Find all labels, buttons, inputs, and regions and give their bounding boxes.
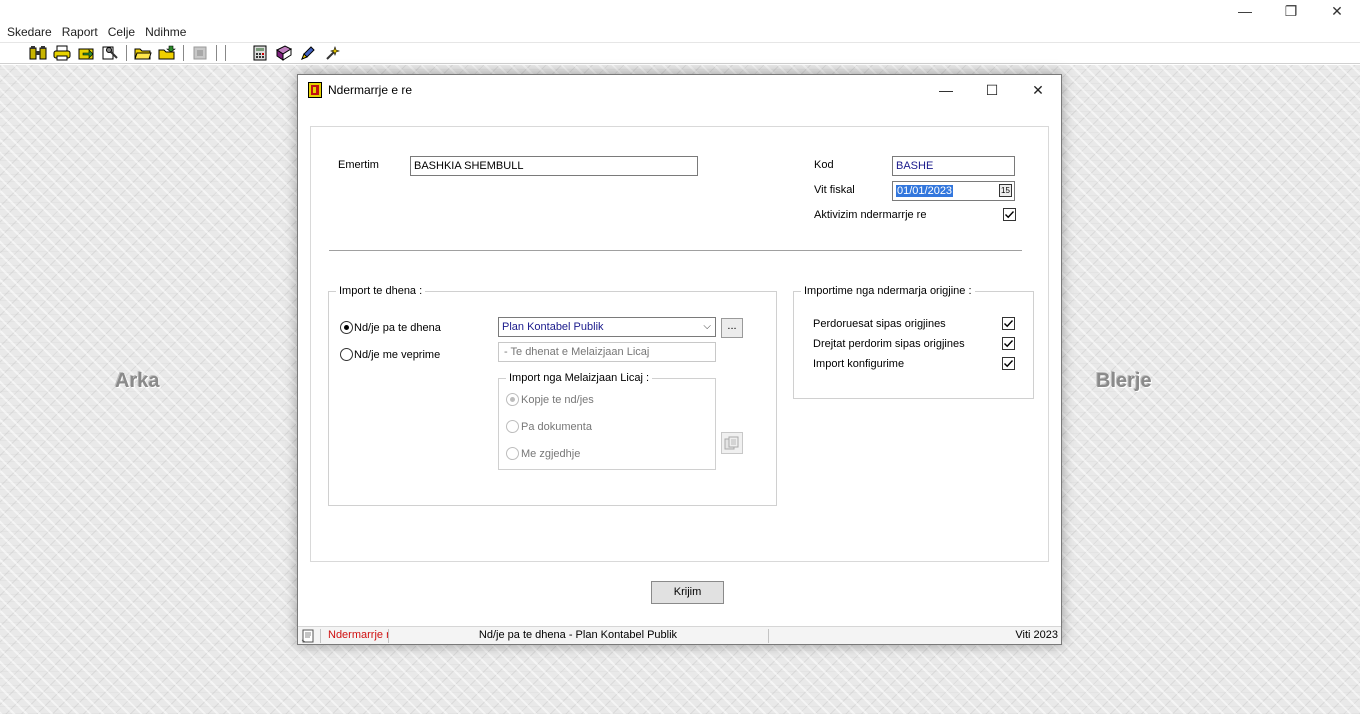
drejtat-checkbox[interactable] [1002,337,1015,350]
import-source-subgroup: Import nga Melaizjaan Licaj : Kopje te n… [498,372,716,470]
binoculars-icon[interactable] [26,43,50,63]
browse-button[interactable]: ... [721,318,743,338]
tools-icon[interactable] [98,43,122,63]
section-divider [329,250,1022,251]
import-source-subgroup-title: Import nga Melaizjaan Licaj : [506,372,653,384]
window-restore-button[interactable]: ❐ [1268,0,1314,22]
toolbar-separator [225,45,226,61]
radio-nd-pa-te-dhena-label[interactable]: Nd/je pa te dhena [354,322,441,334]
origin-import-group: Importime nga ndermarja origjine : Perdo… [793,285,1034,399]
blerje-shortcut[interactable]: Blerje [1096,370,1152,393]
toolbar [0,42,1360,64]
status-bar: Ndermarrje re Nd/je pa te dhena - Plan K… [298,626,1061,644]
dialog-body: Emertim BASHKIA SHEMBULL Kod BASHE Vit f… [310,126,1049,562]
kod-input[interactable]: BASHE [892,156,1015,176]
pen-icon[interactable] [296,43,320,63]
vit-fiskal-value: 01/01/2023 [896,185,954,197]
vit-fiskal-label: Vit fiskal [814,184,855,196]
aktivizim-checkbox[interactable] [1003,208,1016,221]
status-mode: Ndermarrje re [328,629,388,641]
status-divider [320,629,321,643]
new-company-dialog: Ndermarrje e re — ☐ ✕ Emertim BASHKIA SH… [297,74,1062,645]
perdoruesat-checkbox[interactable] [1002,317,1015,330]
drejtat-label: Drejtat perdorim sipas origjines [813,338,965,350]
check-icon [1004,360,1014,368]
perdoruesat-label: Perdoruesat sipas origjines [813,318,946,330]
radio-kopje-label: Kopje te nd/jes [521,394,594,406]
menu-raport[interactable]: Raport [59,25,105,39]
radio-me-zgjedhje [506,447,519,460]
export-icon[interactable] [74,43,98,63]
plan-kontabel-value: Plan Kontabel Publik [502,321,604,333]
plan-kontabel-dropdown[interactable]: Plan Kontabel Publik ⌵ [498,317,716,337]
kod-label: Kod [814,159,834,171]
dialog-title: Ndermarrje e re [328,83,413,97]
status-note-icon [301,629,317,643]
import-konfigurime-label: Import konfigurime [813,358,905,370]
window-close-button[interactable]: ✕ [1314,0,1360,22]
dialog-minimize-button[interactable]: — [923,75,969,105]
window-minimize-button[interactable]: — [1222,0,1268,22]
toolbar-separator [126,45,127,61]
status-message: Nd/je pa te dhena - Plan Kontabel Publik [478,629,678,641]
menu-bar: Skedare Raport Celje Ndihme [0,22,1360,42]
radio-me-zgjedhje-label: Me zgjedhje [521,448,581,460]
app-icon [308,82,322,98]
book-icon[interactable] [272,43,296,63]
radio-nd-pa-te-dhena[interactable] [340,321,353,334]
toolbar-separator [216,45,217,61]
radio-pa-dokumenta-label: Pa dokumenta [521,421,592,433]
menu-ndihme[interactable]: Ndihme [142,25,193,39]
status-divider [388,629,389,643]
status-divider [768,629,769,643]
vit-fiskal-date-input[interactable]: 01/01/2023 15 [892,181,1015,201]
check-icon [1004,320,1014,328]
open-folder-icon[interactable] [131,43,155,63]
check-icon [1005,211,1015,219]
radio-pa-dokumenta [506,420,519,433]
check-icon [1004,340,1014,348]
dialog-titlebar[interactable]: Ndermarrje e re — ☐ ✕ [298,75,1061,105]
chevron-down-icon[interactable]: ⌵ [703,320,711,334]
calculator-icon[interactable] [248,43,272,63]
dialog-maximize-button[interactable]: ☐ [969,75,1015,105]
emertim-label: Emertim [338,159,379,171]
radio-nd-me-veprime-label[interactable]: Nd/je me veprime [354,349,440,361]
import-copy-icon [721,432,743,454]
window-controls: — ❐ ✕ [1222,0,1360,22]
status-year: Viti 2023 [1015,629,1058,641]
toolbar-separator [183,45,184,61]
arka-shortcut[interactable]: Arka [115,370,159,393]
radio-nd-me-veprime[interactable] [340,348,353,361]
printer-icon[interactable] [50,43,74,63]
dialog-close-button[interactable]: ✕ [1015,75,1061,105]
source-data-field: - Te dhenat e Melaizjaan Licaj [498,342,716,362]
menu-skedare[interactable]: Skedare [4,25,59,39]
krijim-button[interactable]: Krijim [651,581,724,604]
disabled-tool-icon [188,43,212,63]
import-data-group: Import te dhena : Nd/je pa te dhena Nd/j… [328,285,777,506]
import-data-group-title: Import te dhena : [336,285,426,297]
calendar-icon[interactable]: 15 [999,184,1012,197]
emertim-input[interactable]: BASHKIA SHEMBULL [410,156,698,176]
menu-celje[interactable]: Celje [105,25,142,39]
dialog-controls: — ☐ ✕ [923,75,1061,105]
aktivizim-label: Aktivizim ndermarrje re [814,209,927,221]
wand-icon[interactable] [320,43,344,63]
save-folder-icon[interactable] [155,43,179,63]
import-konfigurime-checkbox[interactable] [1002,357,1015,370]
radio-kopje [506,393,519,406]
origin-import-group-title: Importime nga ndermarja origjine : [801,285,975,297]
